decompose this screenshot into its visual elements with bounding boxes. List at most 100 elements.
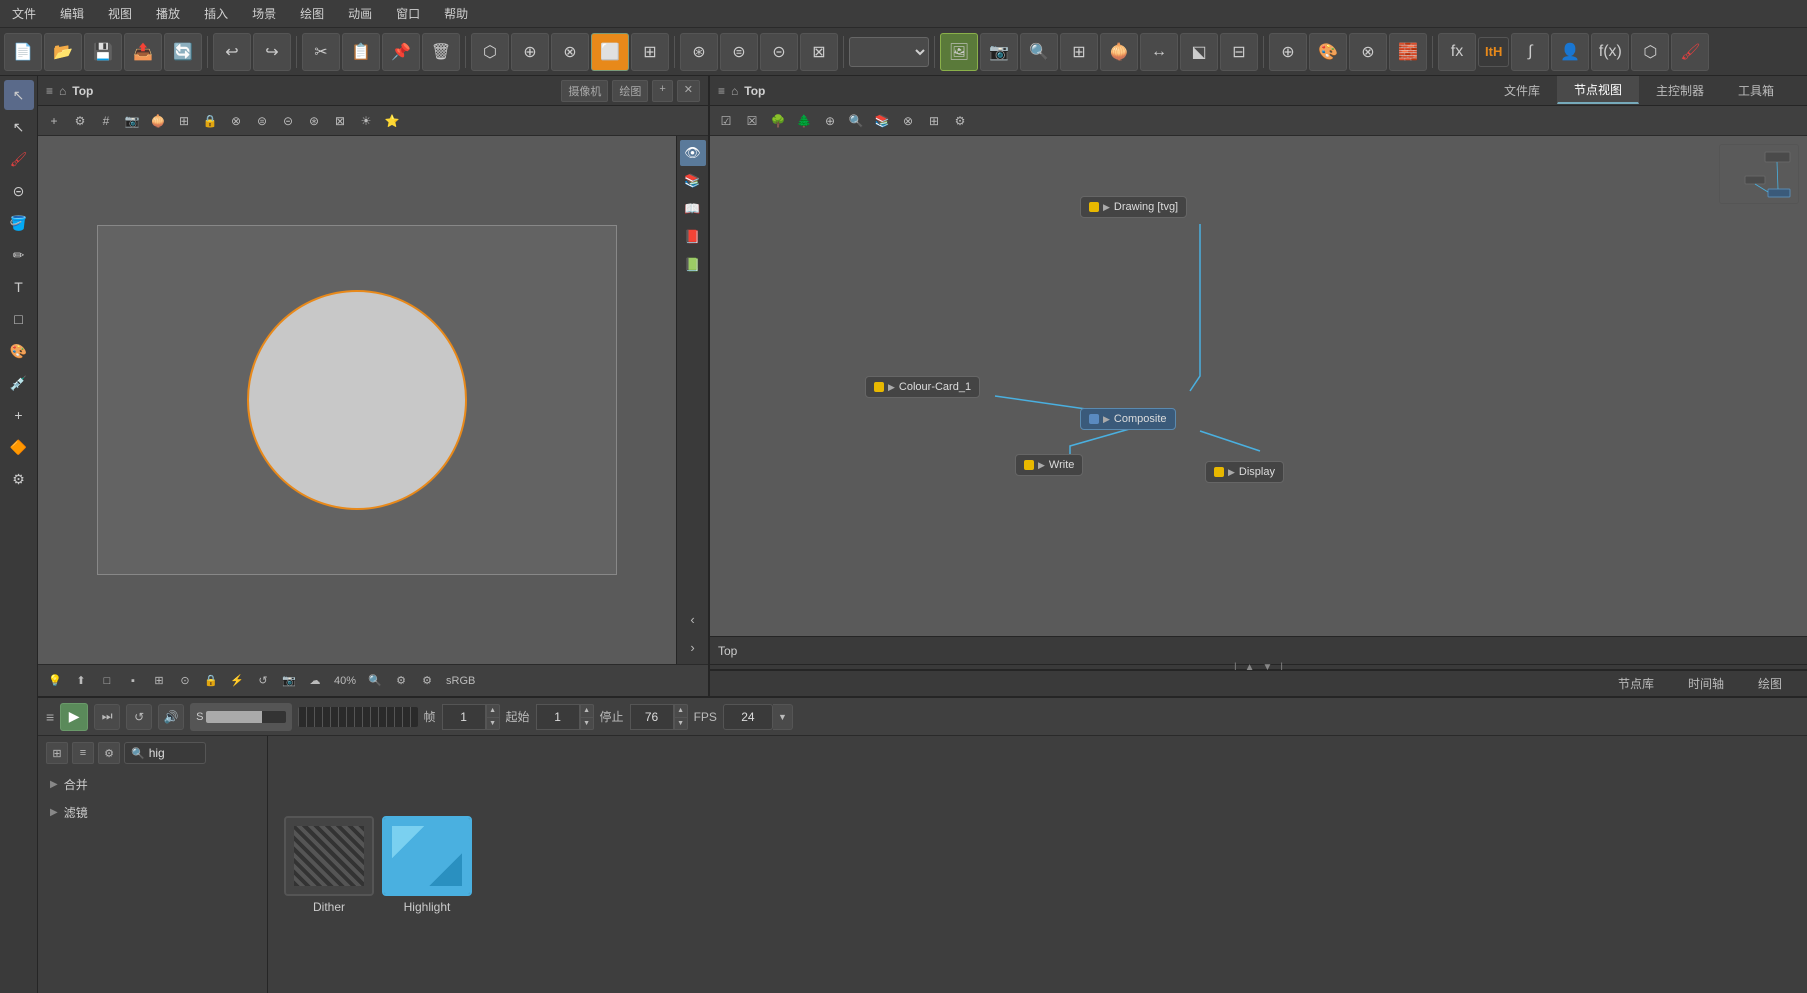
nt-search-btn[interactable]: 🔍 <box>844 109 868 133</box>
render-btn[interactable]: 🖼 <box>940 33 978 71</box>
select-btn[interactable]: ⊕ <box>511 33 549 71</box>
stack3-btn[interactable]: 📕 <box>680 224 706 250</box>
vp-grid-btn[interactable]: # <box>94 109 118 133</box>
pencil-tool[interactable]: ✏ <box>4 240 34 270</box>
vp-add-btn[interactable]: + <box>42 109 66 133</box>
node-menu-icon[interactable]: ≡ <box>718 84 725 98</box>
tab-timeline[interactable]: 时间轴 <box>1671 670 1741 697</box>
redo-btn[interactable]: ↪ <box>253 33 291 71</box>
end-up[interactable]: ▲ <box>674 704 688 717</box>
safe-area-btn[interactable]: ⬕ <box>1180 33 1218 71</box>
fps-dropdown-btn[interactable]: ▼ <box>773 704 793 730</box>
menu-edit[interactable]: 编辑 <box>56 3 88 24</box>
fx-btn[interactable]: fx <box>1438 33 1476 71</box>
vp-plus2-btn[interactable]: ⊠ <box>328 109 352 133</box>
colour-btn[interactable]: 🎨 <box>1309 33 1347 71</box>
end-input[interactable] <box>630 704 674 730</box>
camera-view-btn[interactable]: 📷 <box>980 33 1018 71</box>
vp-transform-btn[interactable]: ⊞ <box>172 109 196 133</box>
layer-item-merge[interactable]: ▶ 合并 <box>46 770 259 798</box>
thumb-item-highlight[interactable]: Highlight <box>382 816 472 914</box>
menu-help[interactable]: 帮助 <box>440 3 472 24</box>
vp-gear-btn[interactable]: ⚙ <box>68 109 92 133</box>
viewport-home-icon[interactable]: ⌂ <box>59 84 66 98</box>
delete-btn[interactable]: 🗑 <box>422 33 460 71</box>
tab-node-view[interactable]: 节点视图 <box>1557 76 1639 104</box>
tab-drawing-bottom[interactable]: 绘图 <box>1741 670 1799 697</box>
layer-add-btn[interactable]: ⊕ <box>1269 33 1307 71</box>
vp-light-btn[interactable]: ☀ <box>354 109 378 133</box>
stack2-btn[interactable]: 📖 <box>680 196 706 222</box>
menu-view[interactable]: 视图 <box>104 3 136 24</box>
paint-tool[interactable]: 🎨 <box>4 336 34 366</box>
node-write[interactable]: ▶ Write <box>1015 454 1083 476</box>
flip-btn[interactable]: ↔ <box>1140 33 1178 71</box>
eyedrop-tool[interactable]: 💉 <box>4 368 34 398</box>
tab-toolbox[interactable]: 工具箱 <box>1721 77 1791 104</box>
layer-add-icon[interactable]: ⊞ <box>46 742 68 764</box>
thumb-item-dither[interactable]: Dither <box>284 816 374 914</box>
vp-camera-btn[interactable]: 📷 <box>120 109 144 133</box>
end-down[interactable]: ▼ <box>674 717 688 730</box>
tab-file-library[interactable]: 文件库 <box>1487 77 1557 104</box>
start-input[interactable] <box>536 704 580 730</box>
nt-check-btn[interactable]: ☑ <box>714 109 738 133</box>
node-drawing[interactable]: ▶ Drawing [tvg] <box>1080 196 1187 218</box>
nt-tree1-btn[interactable]: 🌳 <box>766 109 790 133</box>
person-btn[interactable]: 👤 <box>1551 33 1589 71</box>
vp-key-btn[interactable]: ⊝ <box>276 109 300 133</box>
rect-tool[interactable]: □ <box>4 304 34 334</box>
vb-layout-btn[interactable]: ⊞ <box>148 670 170 692</box>
vp-star-btn[interactable]: ⭐ <box>380 109 404 133</box>
nt-port-btn[interactable]: ⊞ <box>922 109 946 133</box>
new-file-btn[interactable]: 📄 <box>4 33 42 71</box>
save-file-btn[interactable]: 💾 <box>84 33 122 71</box>
vp-arrow-btn[interactable]: ⊛ <box>302 109 326 133</box>
menu-scene[interactable]: 场景 <box>248 3 280 24</box>
nt-tree2-btn[interactable]: 🌲 <box>792 109 816 133</box>
vb-settings-btn[interactable]: ⚙ <box>390 670 412 692</box>
start-up[interactable]: ▲ <box>580 704 594 717</box>
script-btn[interactable]: ∫ <box>1511 33 1549 71</box>
start-down[interactable]: ▼ <box>580 717 594 730</box>
motion-btn[interactable]: ⊜ <box>720 33 758 71</box>
magnify-tool[interactable]: + <box>4 400 34 430</box>
menu-window[interactable]: 窗口 <box>392 3 424 24</box>
vb-up-btn[interactable]: ⬆ <box>70 670 92 692</box>
fill-tool[interactable]: 🪣 <box>4 208 34 238</box>
brush-btn[interactable]: 🖌 <box>1671 33 1709 71</box>
zoom-to-fit-btn[interactable]: 🔍 <box>1020 33 1058 71</box>
node-home-icon[interactable]: ⌂ <box>731 84 738 98</box>
fps-input[interactable] <box>723 704 773 730</box>
menu-draw[interactable]: 绘图 <box>296 3 328 24</box>
vb-search-btn[interactable]: ⊙ <box>174 670 196 692</box>
frame-input[interactable] <box>442 704 486 730</box>
bone-btn[interactable]: ⊟ <box>1220 33 1258 71</box>
vb-light-btn[interactable]: 💡 <box>44 670 66 692</box>
text-tool[interactable]: T <box>4 272 34 302</box>
nt-layer-btn[interactable]: 📚 <box>870 109 894 133</box>
camera-btn[interactable]: 摄像机 <box>561 80 608 102</box>
vp-stretch-btn[interactable]: ⊜ <box>250 109 274 133</box>
brush-tool[interactable]: 🖌 <box>4 144 34 174</box>
open-file-btn[interactable]: 📂 <box>44 33 82 71</box>
import-btn[interactable]: 🔄 <box>164 33 202 71</box>
frame-up[interactable]: ▲ <box>486 704 500 717</box>
menu-play[interactable]: 播放 <box>152 3 184 24</box>
chevron-left-btn[interactable]: ‹ <box>680 606 706 632</box>
expr-btn[interactable]: f(x) <box>1591 33 1629 71</box>
keyframe-btn[interactable]: ⊠ <box>800 33 838 71</box>
display-dropdown[interactable] <box>849 37 929 67</box>
menu-insert[interactable]: 插入 <box>200 3 232 24</box>
menu-animate[interactable]: 动画 <box>344 3 376 24</box>
menu-file[interactable]: 文件 <box>8 3 40 24</box>
path-btn[interactable]: ⊝ <box>760 33 798 71</box>
viewport-menu-icon[interactable]: ≡ <box>46 84 53 98</box>
search-input[interactable] <box>149 746 199 760</box>
vb-rect2-btn[interactable]: ▪ <box>122 670 144 692</box>
select-tool[interactable]: ↖ <box>4 80 34 110</box>
scrubber[interactable] <box>298 707 418 727</box>
grid-btn[interactable]: ⊞ <box>1060 33 1098 71</box>
nt-x-btn[interactable]: ☒ <box>740 109 764 133</box>
onion-skin-btn[interactable]: 🧅 <box>1100 33 1138 71</box>
